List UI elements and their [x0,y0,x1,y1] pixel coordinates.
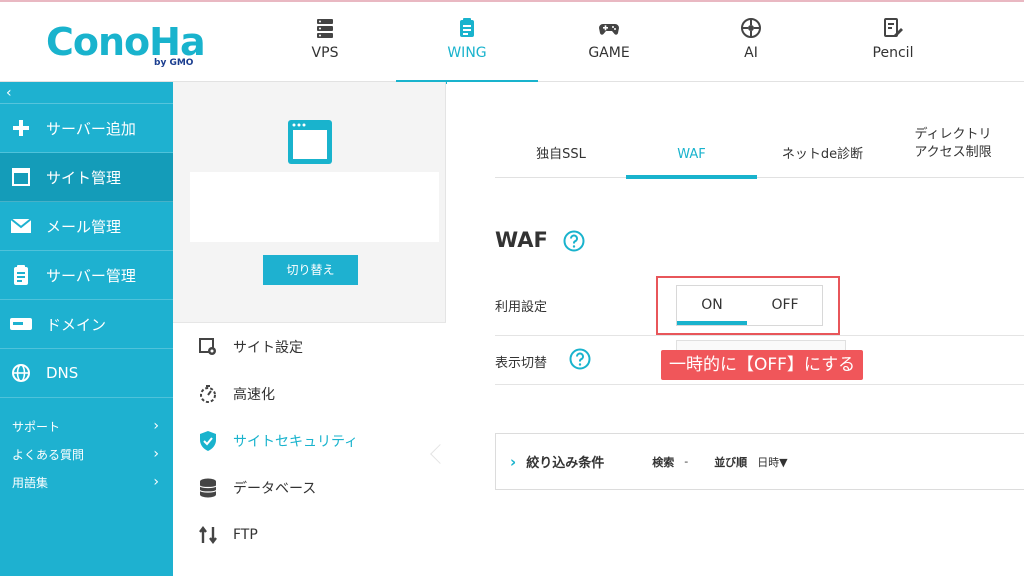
tab-label: ディレクトリ アクセス制限 [914,126,991,162]
section-title: WAF [495,228,548,252]
domain-icon [8,311,34,337]
help-icon[interactable] [563,230,585,252]
chevron-right-icon: › [510,452,517,471]
topnav-wing[interactable]: WING [396,2,538,84]
browser-window-icon [288,120,332,164]
tab-directory-access[interactable]: ディレクトリ アクセス制限 [888,122,1018,178]
sidebar-links: サポート › よくある質問 › 用語集 › [0,398,173,496]
submenu-label: FTP [233,526,258,543]
sort-value[interactable]: 日時▼ [757,454,787,470]
sidebar-item-site-management[interactable]: サイト管理 [0,153,173,202]
submenu-label: サイトセキュリティ [233,433,359,450]
sidebar-item-label: サイト管理 [46,168,122,187]
submenu-label: サイト設定 [233,339,303,356]
submenu-label: 高速化 [233,386,275,403]
left-sidebar: ‹ サーバー追加 サイト管理 メール管理 サーバー管理 ドメイン DNS サポー [0,82,173,576]
site-column: 切り替え サイト設定 高速化 サイトセキュリティ データベース FTP [173,82,446,576]
topnav-label: GAME [588,45,630,61]
help-icon[interactable] [569,348,591,370]
submenu-ftp[interactable]: FTP [173,511,446,558]
site-submenu: サイト設定 高速化 サイトセキュリティ データベース FTP [173,322,446,576]
site-name-box [190,172,439,242]
search-value: - [684,455,689,468]
top-nav: VPS WING GAME AI Pencil [254,2,964,84]
pencil-edit-icon [884,18,903,37]
search-key: 検索 [652,455,675,469]
submenu-site-security[interactable]: サイトセキュリティ [173,417,446,464]
security-tabs: 独自SSL WAF ネットde診断 ディレクトリ アクセス制限 [495,122,1024,179]
tab-label: 独自SSL [536,147,586,162]
sidebar-link-label: よくある質問 [12,447,85,462]
topnav-game[interactable]: GAME [538,2,680,82]
filter-label: 絞り込み条件 [526,456,605,471]
tab-label: ネットde診断 [781,147,864,162]
topnav-label: AI [744,45,758,61]
shield-check-icon [197,430,219,452]
mail-icon [8,213,34,239]
speed-icon [197,383,219,405]
annotation-callout: 一時的に【OFF】にする [661,350,864,380]
tab-label-line1: ディレクトリ [914,127,992,142]
tab-ssl[interactable]: 独自SSL [495,122,627,178]
main-content: 独自SSL WAF ネットde診断 ディレクトリ アクセス制限 WAF 利用設定… [447,82,1024,576]
usage-setting-label: 利用設定 [495,300,548,315]
topnav-vps[interactable]: VPS [254,2,396,82]
window-icon [8,164,34,190]
sidebar-link-label: サポート [12,419,61,434]
plus-icon [8,115,34,141]
sidebar-link-label: 用語集 [12,475,49,490]
database-icon [197,477,219,499]
switch-button[interactable]: 切り替え [263,255,358,285]
sidebar-item-label: サーバー追加 [46,119,136,138]
submenu-label: データベース [233,480,317,497]
row-divider [495,384,1024,385]
globe-icon [8,360,34,386]
topnav-label: Pencil [872,45,914,61]
filter-panel[interactable]: › 絞り込み条件 検索 - 並び順 日時▼ [495,433,1024,490]
site-settings-icon [197,336,219,358]
logo-sub: by GMO [154,58,194,68]
sidebar-item-label: ドメイン [46,315,107,334]
wing-icon [460,18,474,37]
gamepad-icon [599,24,619,35]
submenu-speed[interactable]: 高速化 [173,370,446,417]
display-toggle-label: 表示切替 [495,356,548,371]
tab-label: WAF [677,147,706,162]
chevron-right-icon: › [153,446,159,462]
chevron-right-icon: › [153,474,159,490]
topnav-label: WING [447,45,487,61]
tab-label-line2: アクセス制限 [914,145,992,160]
submenu-site-settings[interactable]: サイト設定 [173,323,446,370]
row-divider [495,335,1024,336]
topnav-ai[interactable]: AI [680,2,822,82]
highlight-box [656,276,840,335]
sidebar-link-support[interactable]: サポート › [0,412,173,440]
topnav-label: VPS [311,45,339,61]
sidebar-collapse-button[interactable]: ‹ [0,82,173,104]
tab-waf[interactable]: WAF [626,122,757,179]
server-icon [317,19,333,38]
sidebar-item-label: サーバー管理 [46,266,136,285]
transfer-arrows-icon [197,524,219,546]
conoha-logo[interactable]: ConoHa by GMO [46,20,206,70]
sidebar-item-label: DNS [46,364,79,382]
tab-net-diagnosis[interactable]: ネットde診断 [757,122,888,178]
sidebar-item-server-management[interactable]: サーバー管理 [0,251,173,300]
sidebar-item-add-server[interactable]: サーバー追加 [0,104,173,153]
sidebar-item-dns[interactable]: DNS [0,349,173,398]
chevron-right-icon: › [153,418,159,434]
topnav-pencil[interactable]: Pencil [822,2,964,82]
sidebar-link-glossary[interactable]: 用語集 › [0,468,173,496]
submenu-database[interactable]: データベース [173,464,446,511]
sidebar-item-mail-management[interactable]: メール管理 [0,202,173,251]
server-manage-icon [8,262,34,288]
ai-chip-icon [741,18,761,38]
sidebar-link-faq[interactable]: よくある質問 › [0,440,173,468]
sort-key: 並び順 [714,455,748,469]
sidebar-item-label: メール管理 [46,217,122,236]
sidebar-item-domain[interactable]: ドメイン [0,300,173,349]
top-header: ConoHa by GMO VPS WING GAME AI Pencil [0,0,1024,84]
conoha-control-panel: ConoHa by GMO VPS WING GAME AI Pencil ‹ … [0,0,1024,576]
